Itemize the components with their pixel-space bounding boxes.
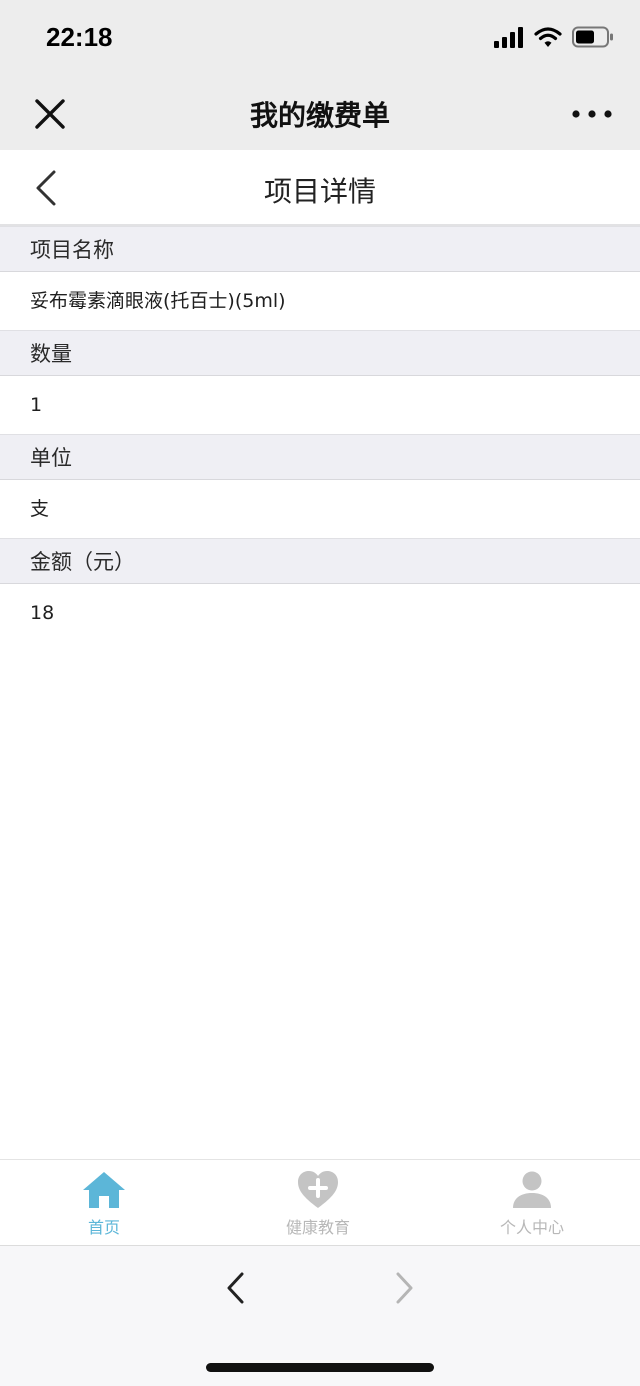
tab-profile-label: 个人中心 xyxy=(499,1218,564,1237)
status-icons xyxy=(494,26,614,52)
tab-health-education[interactable]: 健康教育 xyxy=(258,1160,378,1246)
browser-forward-button[interactable] xyxy=(390,1268,420,1308)
field-value-amount: 18 xyxy=(0,584,640,642)
home-indicator xyxy=(206,1363,434,1372)
page-header: 项目详情 xyxy=(0,150,640,226)
detail-list: 项目名称 妥布霉素滴眼液(托百士)(5ml) 数量 1 单位 支 金额（元） 1… xyxy=(0,226,640,642)
page-title: 项目详情 xyxy=(263,175,376,208)
field-value-item-name: 妥布霉素滴眼液(托百士)(5ml) xyxy=(0,272,640,330)
tab-home[interactable]: 首页 xyxy=(44,1160,164,1246)
more-button[interactable] xyxy=(570,92,614,136)
home-icon xyxy=(83,1172,125,1208)
heart-plus-icon xyxy=(298,1171,338,1208)
webview-title: 我的缴费单 xyxy=(249,99,390,132)
chevron-right-icon xyxy=(396,1272,413,1304)
status-bar: 22:18 xyxy=(0,0,640,78)
browser-back-button[interactable] xyxy=(220,1268,250,1308)
user-icon xyxy=(513,1171,551,1208)
signal-icon xyxy=(494,26,524,52)
tab-home-label: 首页 xyxy=(87,1218,120,1237)
field-label-item-name: 项目名称 xyxy=(0,226,640,272)
field-label-unit: 单位 xyxy=(0,434,640,480)
tab-bar: 首页 健康教育 个人中心 xyxy=(0,1159,640,1245)
chevron-left-icon xyxy=(227,1272,244,1304)
field-label-amount: 金额（元） xyxy=(0,538,640,584)
status-time: 22:18 xyxy=(46,22,113,52)
field-value-quantity: 1 xyxy=(0,376,640,434)
field-label-quantity: 数量 xyxy=(0,330,640,376)
wifi-icon xyxy=(534,26,562,52)
battery-icon xyxy=(572,26,614,52)
tab-profile[interactable]: 个人中心 xyxy=(472,1160,592,1246)
field-value-unit: 支 xyxy=(0,480,640,538)
webview-top-bar: 我的缴费单 xyxy=(0,78,640,150)
tab-health-education-label: 健康教育 xyxy=(285,1218,350,1237)
more-icon xyxy=(572,110,612,118)
